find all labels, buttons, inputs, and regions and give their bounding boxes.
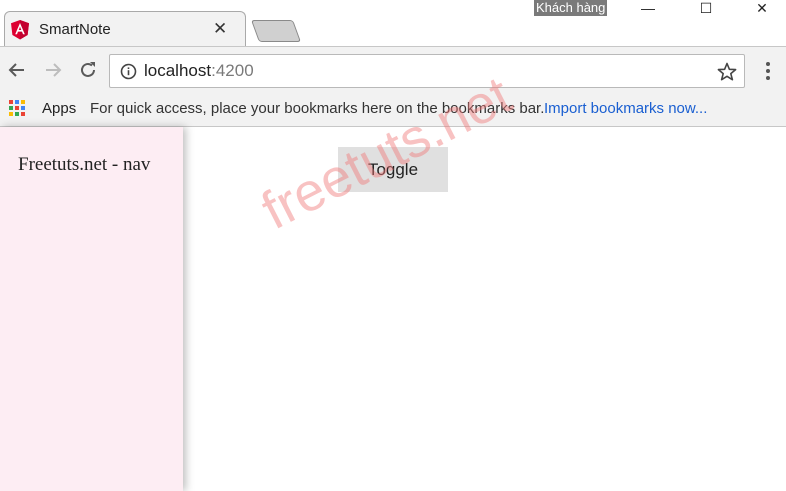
bookmark-star-icon[interactable] — [716, 61, 738, 83]
profile-name[interactable]: Khách hàng — [534, 0, 608, 16]
import-bookmarks-link[interactable]: Import bookmarks now... — [544, 100, 707, 117]
angular-icon — [11, 20, 29, 40]
browser-toolbar: localhost:4200 — [0, 46, 786, 94]
url-port: :4200 — [211, 61, 254, 80]
tab-title: SmartNote — [39, 21, 111, 38]
url-host: localhost — [144, 61, 212, 80]
browser-tab-strip: SmartNote ✕ Khách hàng — ☐ ✕ — [0, 0, 786, 47]
address-bar[interactable]: localhost:4200 — [109, 54, 745, 88]
tab-close-icon[interactable]: ✕ — [213, 19, 227, 39]
new-tab-button[interactable] — [250, 20, 302, 42]
browser-tab[interactable]: SmartNote ✕ — [4, 11, 246, 47]
maximize-icon[interactable]: ☐ — [684, 0, 728, 18]
apps-grid-icon[interactable] — [9, 100, 25, 116]
close-window-icon[interactable]: ✕ — [740, 0, 784, 18]
forward-arrow-icon[interactable] — [42, 59, 64, 81]
back-arrow-icon[interactable] — [6, 59, 28, 81]
kebab-menu-icon[interactable] — [760, 59, 776, 83]
sidenav: Freetuts.net - nav — [0, 127, 183, 491]
info-icon[interactable] — [120, 63, 137, 80]
reload-icon[interactable] — [77, 59, 99, 81]
url-text[interactable]: localhost:4200 — [144, 61, 254, 81]
sidenav-text: Freetuts.net - nav — [18, 154, 151, 175]
minimize-icon[interactable]: — — [626, 0, 670, 18]
apps-link[interactable]: Apps — [42, 100, 76, 117]
